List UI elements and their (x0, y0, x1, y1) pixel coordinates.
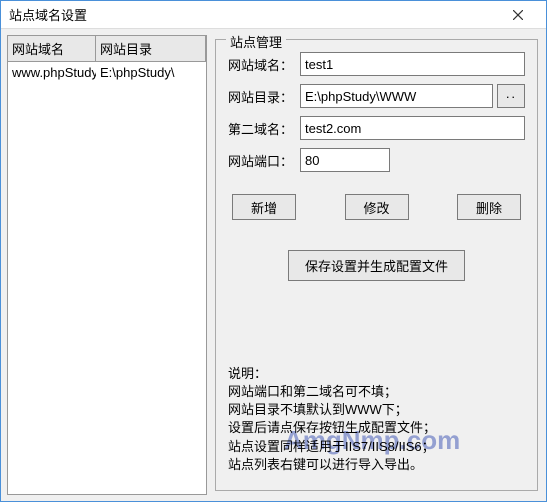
notes-section: 说明： 网站端口和第二域名可不填； 网站目录不填默认到WWW下； 设置后请点保存… (228, 365, 525, 474)
modify-button[interactable]: 修改 (345, 194, 409, 220)
second-domain-input[interactable] (300, 116, 525, 140)
header-directory[interactable]: 网站目录 (96, 36, 206, 61)
second-domain-label: 第二域名： (228, 119, 300, 138)
notes-line: 设置后请点保存按钮生成配置文件； (228, 419, 525, 437)
notes-line: 网站目录不填默认到WWW下； (228, 401, 525, 419)
titlebar: 站点域名设置 (1, 1, 546, 29)
table-header: 网站域名 网站目录 (8, 36, 206, 62)
save-button[interactable]: 保存设置并生成配置文件 (288, 250, 465, 281)
directory-input[interactable] (300, 84, 493, 108)
notes-line: 网站端口和第二域名可不填； (228, 383, 525, 401)
site-list-panel: 网站域名 网站目录 www.phpStudy E:\phpStudy\ (7, 35, 207, 495)
cell-directory: E:\phpStudy\ (96, 62, 206, 83)
delete-button[interactable]: 删除 (457, 194, 521, 220)
notes-title: 说明： (228, 365, 525, 383)
content-area: 网站域名 网站目录 www.phpStudy E:\phpStudy\ 站点管理… (1, 29, 546, 501)
right-panel: 站点管理 网站域名： 网站目录： ·· 第二域名： 网站端口： (207, 29, 546, 501)
add-button[interactable]: 新增 (232, 194, 296, 220)
site-manage-group: 站点管理 网站域名： 网站目录： ·· 第二域名： 网站端口： (215, 39, 538, 491)
groupbox-title: 站点管理 (226, 32, 286, 51)
header-domain[interactable]: 网站域名 (8, 36, 96, 61)
close-button[interactable] (498, 3, 538, 27)
port-label: 网站端口： (228, 151, 300, 170)
dialog-window: 站点域名设置 网站域名 网站目录 www.phpStudy E:\phpStud… (0, 0, 547, 502)
domain-input[interactable] (300, 52, 525, 76)
window-title: 站点域名设置 (9, 5, 498, 24)
cell-domain: www.phpStudy (8, 62, 96, 83)
close-icon (513, 10, 523, 20)
table-row[interactable]: www.phpStudy E:\phpStudy\ (8, 62, 206, 83)
directory-label: 网站目录： (228, 87, 300, 106)
domain-label: 网站域名： (228, 55, 300, 74)
browse-button[interactable]: ·· (497, 84, 525, 108)
notes-line: 站点列表右键可以进行导入导出。 (228, 456, 525, 474)
port-input[interactable] (300, 148, 390, 172)
notes-line: 站点设置同样适用于IIS7/IIS8/IIS6； (228, 438, 525, 456)
